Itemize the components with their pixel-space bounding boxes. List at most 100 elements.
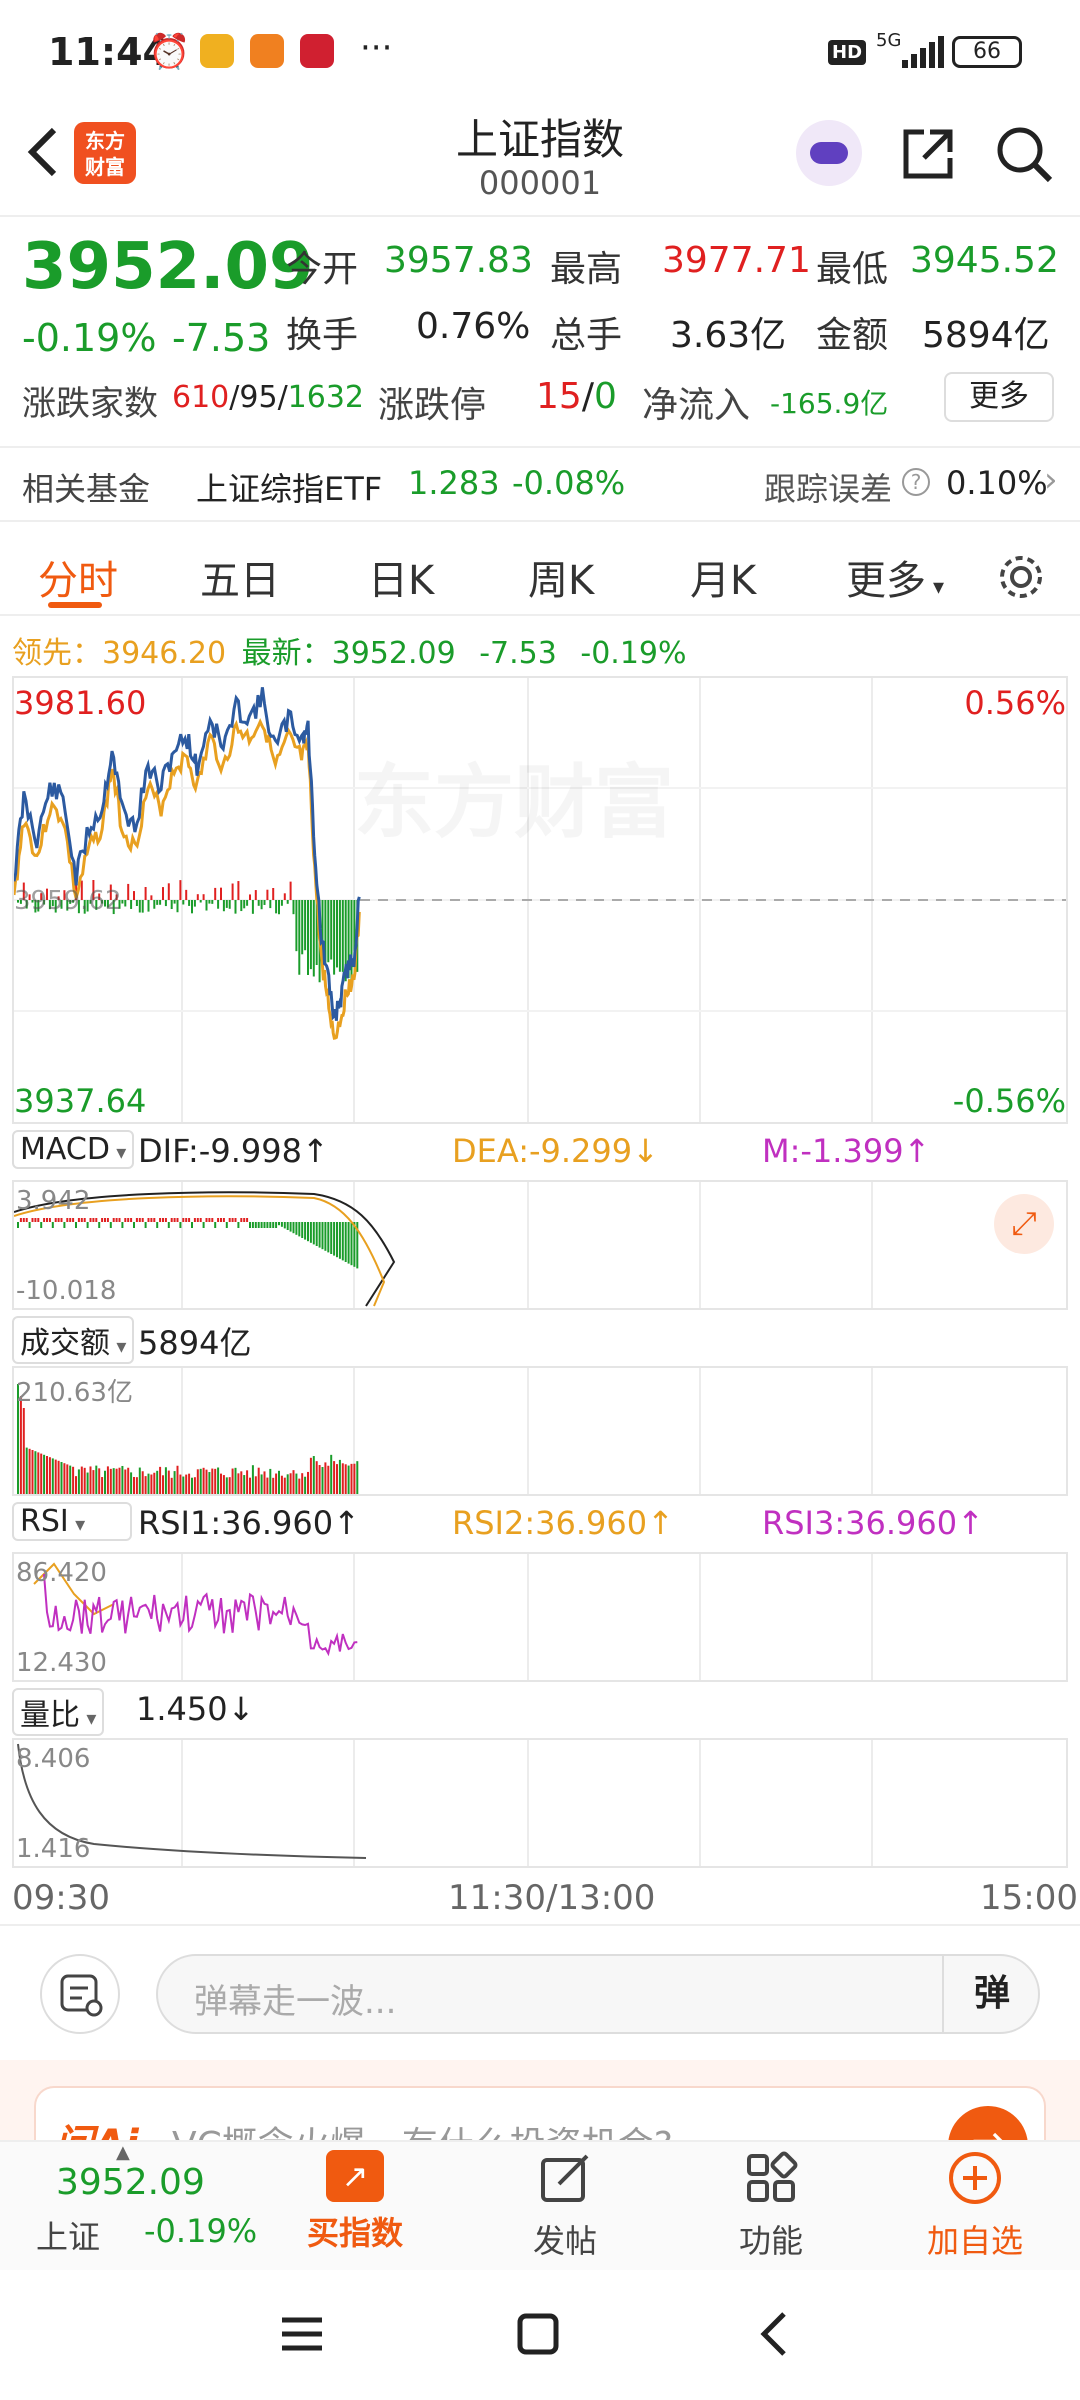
limit-values: 15/0 [536, 376, 617, 417]
rsi-chart: 86.420 12.430 [12, 1552, 1068, 1682]
last-price: 3952.09 [22, 230, 314, 304]
header: 东方财富 上证指数 000001 [0, 100, 1080, 215]
pct-min-label: -0.56% [952, 1082, 1066, 1120]
macd-m: M:-1.399↑ [762, 1132, 931, 1170]
volume-ratio-chart: 8.406 1.416 [12, 1738, 1068, 1868]
tab-more[interactable]: 更多 ▾ [846, 548, 944, 606]
volume-label: 总手 [550, 315, 623, 356]
time-mid: 11:30/13:00 [448, 1878, 656, 1918]
nav-functions-label: 功能 [738, 2222, 803, 2260]
help-icon[interactable]: ? [902, 468, 930, 496]
macd-max-label: 3.942 [16, 1186, 91, 1216]
volume-chart-svg [17, 1368, 873, 1494]
pct-max-label: 0.56% [964, 684, 1066, 722]
latest-value: 3952.09 [331, 636, 456, 671]
trend-chart-icon: ↗ [326, 2150, 384, 2202]
volume-legend: 成交额 5894亿 [12, 1316, 1068, 1364]
nav-buy-index[interactable]: ↗ 买指数 [290, 2150, 420, 2254]
macd-selector[interactable]: MACD [12, 1130, 135, 1169]
app-notification-icon [250, 34, 284, 68]
volume-selector[interactable]: 成交额 [12, 1316, 135, 1364]
plus-circle-icon [949, 2152, 1001, 2204]
high-label: 最高 [550, 249, 623, 290]
back-icon[interactable] [22, 124, 62, 180]
quote-panel: 3952.09 -0.19% -7.53 今开 3957.83 最高 3977.… [0, 216, 1080, 446]
amount-value: 5894亿 [922, 315, 1050, 356]
volume-ratio-min-label: 1.416 [16, 1834, 91, 1864]
time-end: 15:00 [980, 1878, 1078, 1918]
turnover-label: 换手 [286, 315, 359, 356]
limit-label: 涨跌停 [378, 385, 487, 426]
nav-post[interactable]: 发帖 [500, 2150, 630, 2262]
danmu-placeholder: 弹幕走一波... [194, 1982, 397, 2022]
tab-monthly-k[interactable]: 月K [690, 548, 756, 606]
danmu-input[interactable]: 弹幕走一波... 弹 [156, 1954, 1040, 2034]
menu-icon[interactable] [280, 2314, 324, 2354]
macd-chart-svg [14, 1182, 873, 1308]
network-label: 5G [876, 30, 902, 51]
back-nav-icon[interactable] [756, 2310, 790, 2358]
nav-add-label: 加自选 [926, 2222, 1023, 2260]
tracking-value: 0.10% [946, 464, 1048, 502]
flat-count: 95 [239, 380, 278, 415]
volume-value: 5894亿 [138, 1324, 252, 1362]
tab-five-day[interactable]: 五日 [200, 548, 280, 606]
index-code: 000001 [478, 164, 602, 202]
edit-icon [541, 2154, 589, 2202]
tab-intraday[interactable]: 分时 [38, 548, 118, 606]
search-icon[interactable] [994, 124, 1054, 184]
active-tab-indicator [48, 602, 102, 608]
danmu-list-icon[interactable] [40, 1954, 120, 2034]
latest-change: -7.53 [479, 636, 557, 671]
hd-badge: HD [828, 40, 867, 65]
rsi2-value: RSI2:36.960↑ [452, 1504, 674, 1542]
breadth-label: 涨跌家数 [22, 384, 158, 424]
tab-daily-k[interactable]: 日K [368, 548, 434, 606]
chevron-right-icon: › [1044, 460, 1058, 500]
rsi-min-label: 12.430 [16, 1648, 107, 1678]
slash: / [581, 376, 594, 417]
intraday-legend: 领先：3946.20 最新：3952.09 -7.53 -0.19% [12, 628, 687, 672]
alarm-icon: ⏰ [148, 32, 191, 72]
rsi-selector[interactable]: RSI [12, 1502, 132, 1541]
volume-chart: 210.63亿 [12, 1366, 1068, 1496]
bottom-quote-caret: ▲ [116, 2142, 130, 2163]
expand-icon[interactable]: ⤢ [994, 1194, 1054, 1254]
macd-chart: 3.942 -10.018 ⤢ [12, 1180, 1068, 1310]
related-fund-row[interactable]: 相关基金 上证综指ETF 1.283 -0.08% 跟踪误差 ? 0.10% › [0, 448, 1080, 520]
share-icon[interactable] [900, 126, 956, 182]
low-label: 最低 [816, 249, 889, 290]
home-icon[interactable] [516, 2312, 560, 2356]
battery-level: 66 [973, 39, 1001, 64]
macd-dif: DIF:-9.998↑ [138, 1132, 329, 1170]
rsi-chart-svg [33, 1554, 873, 1680]
nav-add-watchlist[interactable]: 加自选 [910, 2150, 1040, 2262]
rsi-max-label: 86.420 [16, 1558, 107, 1588]
lead-value: 3946.20 [102, 636, 227, 671]
macd-legend: MACD DIF:-9.998↑ DEA:-9.299↓ M:-1.399↑ [12, 1130, 1068, 1176]
more-button[interactable]: 更多 [944, 372, 1054, 422]
macd-dea: DEA:-9.299↓ [452, 1132, 659, 1170]
turnover-value: 0.76% [416, 306, 531, 347]
volume-max-label: 210.63亿 [16, 1378, 133, 1408]
settings-gear-icon[interactable] [996, 552, 1046, 602]
danmu-toggle-button[interactable]: 弹 [942, 1956, 1040, 2032]
danmu-button-label: 弹 [973, 1973, 1010, 2014]
volume-ratio-max-label: 8.406 [16, 1744, 91, 1774]
change-amount: -7.53 [172, 316, 271, 360]
bottom-nav: ▲ 3952.09 上证 -0.19% ↗ 买指数 发帖 功能 加自选 [0, 2140, 1080, 2270]
fund-label: 相关基金 [22, 470, 151, 508]
ai-robot-icon[interactable] [796, 120, 862, 186]
bottom-quote[interactable]: ▲ 3952.09 上证 -0.19% [0, 2142, 270, 2272]
intraday-chart[interactable]: 东方财富 3981.60 3937.64 0.56% -0.56% 3959.6… [12, 676, 1068, 1124]
app-logo-text: 东方财富 [85, 129, 125, 179]
tab-weekly-k[interactable]: 周K [528, 548, 594, 606]
tracking-label: 跟踪误差 [764, 470, 893, 508]
limit-down: 0 [593, 376, 617, 417]
volume-ratio-selector[interactable]: 量比 [12, 1688, 105, 1736]
volume-value: 3.63亿 [670, 315, 787, 356]
lead-label: 领先： [12, 636, 102, 671]
up-count: 610 [172, 380, 230, 415]
high-value: 3977.71 [662, 240, 811, 281]
nav-functions[interactable]: 功能 [706, 2150, 836, 2262]
